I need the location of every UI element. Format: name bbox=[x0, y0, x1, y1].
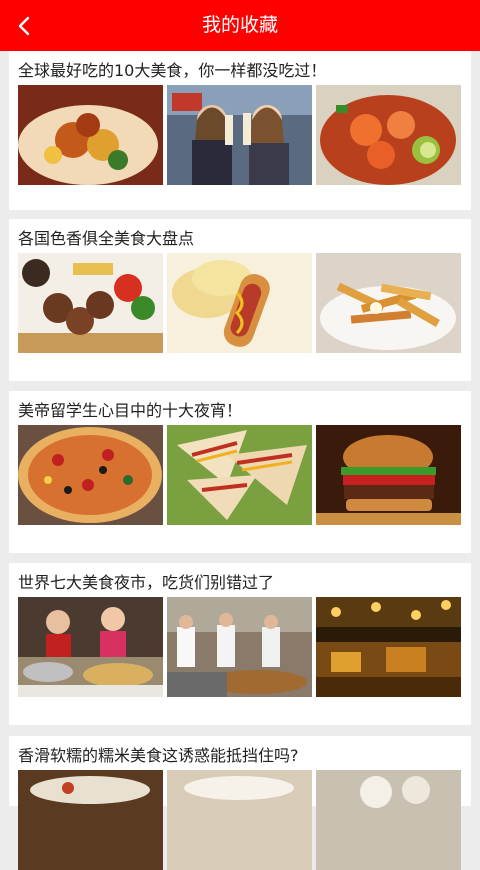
food-plate-photo bbox=[18, 85, 163, 185]
favorite-item-title: 世界七大美食夜市，吃货们别错过了 bbox=[18, 573, 275, 592]
pizza-photo bbox=[18, 425, 163, 525]
people-with-ice-cream-photo bbox=[167, 85, 312, 185]
quesadilla-photo bbox=[167, 425, 312, 525]
hot-dog-chips-photo bbox=[167, 253, 312, 353]
favorite-item[interactable]: 各国色香俱全美食大盘点 bbox=[9, 219, 471, 381]
app-header: 我的收藏 bbox=[0, 0, 480, 51]
favorite-item[interactable]: 全球最好吃的10大美食，你一样都没吃过！ bbox=[9, 51, 471, 210]
takoyaki-photo bbox=[18, 253, 163, 353]
burger-photo bbox=[316, 425, 461, 525]
favorite-item-title: 各国色香俱全美食大盘点 bbox=[18, 229, 195, 248]
shrimp-soup-photo bbox=[316, 85, 461, 185]
favorite-item-title: 全球最好吃的10大美食，你一样都没吃过！ bbox=[18, 61, 327, 80]
rice-dish-photo bbox=[18, 770, 163, 870]
market-stall-photo bbox=[18, 597, 163, 697]
rice-ball-photo bbox=[316, 770, 461, 870]
favorite-item-title: 香滑软糯的糯米美食这诱惑能抵挡住吗? bbox=[18, 746, 299, 765]
street-food-market-photo bbox=[167, 597, 312, 697]
favorite-item-title: 美帝留学生心目中的十大夜宵！ bbox=[18, 401, 243, 420]
favorite-item[interactable]: 世界七大美食夜市，吃货们别错过了 bbox=[9, 563, 471, 725]
page-title: 我的收藏 bbox=[201, 14, 278, 36]
favorite-item[interactable]: 美帝留学生心目中的十大夜宵！ bbox=[9, 391, 471, 553]
favorite-item[interactable]: 香滑软糯的糯米美食这诱惑能抵挡住吗? bbox=[9, 736, 471, 870]
poutine-fries-photo bbox=[316, 253, 461, 353]
night-market-photo bbox=[316, 597, 461, 697]
rice-cake-photo bbox=[167, 770, 312, 870]
